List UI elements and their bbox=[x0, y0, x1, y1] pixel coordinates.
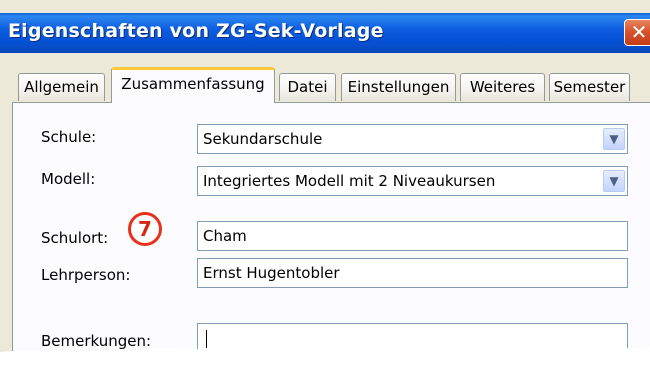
schulort-label: Schulort: bbox=[41, 229, 109, 247]
lehrperson-label: Lehrperson: bbox=[41, 266, 131, 284]
schule-label: Schule: bbox=[41, 128, 97, 146]
schule-select[interactable]: Sekundarschule ▼ bbox=[197, 124, 628, 154]
lehrperson-value: Ernst Hugentobler bbox=[203, 264, 340, 282]
tab-label: Datei bbox=[287, 78, 328, 96]
modell-value: Integriertes Modell mit 2 Niveaukursen bbox=[203, 172, 496, 190]
properties-dialog: Eigenschaften von ZG-Sek-Vorlage ✕ Allge… bbox=[0, 0, 650, 372]
torn-edge-decoration bbox=[0, 346, 650, 372]
tab-allgemein[interactable]: Allgemein bbox=[18, 73, 105, 101]
close-button[interactable]: ✕ bbox=[624, 19, 650, 46]
chevron-down-icon[interactable]: ▼ bbox=[603, 170, 625, 192]
chevron-down-icon[interactable]: ▼ bbox=[603, 128, 625, 150]
tab-label: Zusammenfassung bbox=[121, 75, 265, 93]
modell-select[interactable]: Integriertes Modell mit 2 Niveaukursen ▼ bbox=[197, 166, 628, 196]
schule-value: Sekundarschule bbox=[203, 130, 323, 148]
tab-label: Einstellungen bbox=[347, 78, 450, 96]
tab-weiteres[interactable]: Weiteres bbox=[460, 73, 545, 101]
tab-strip: Allgemein Zusammenfassung Datei Einstell… bbox=[0, 53, 650, 103]
annotation-number-badge: 7 bbox=[128, 212, 162, 246]
tab-datei[interactable]: Datei bbox=[279, 73, 336, 101]
lehrperson-field[interactable]: Ernst Hugentobler bbox=[197, 258, 628, 288]
tab-label: Allgemein bbox=[24, 78, 99, 96]
close-icon: ✕ bbox=[630, 20, 648, 44]
tab-semester[interactable]: Semester bbox=[549, 73, 630, 101]
tab-label: Weiteres bbox=[469, 78, 536, 96]
window-title: Eigenschaften von ZG-Sek-Vorlage bbox=[8, 20, 384, 42]
tab-label: Semester bbox=[553, 78, 626, 96]
schulort-value: Cham bbox=[203, 227, 247, 245]
modell-label: Modell: bbox=[41, 170, 96, 188]
title-bar[interactable]: Eigenschaften von ZG-Sek-Vorlage ✕ bbox=[0, 13, 650, 53]
tab-zusammenfassung[interactable]: Zusammenfassung bbox=[111, 67, 275, 103]
tab-einstellungen[interactable]: Einstellungen bbox=[341, 73, 456, 101]
schulort-field[interactable]: Cham bbox=[197, 221, 628, 251]
